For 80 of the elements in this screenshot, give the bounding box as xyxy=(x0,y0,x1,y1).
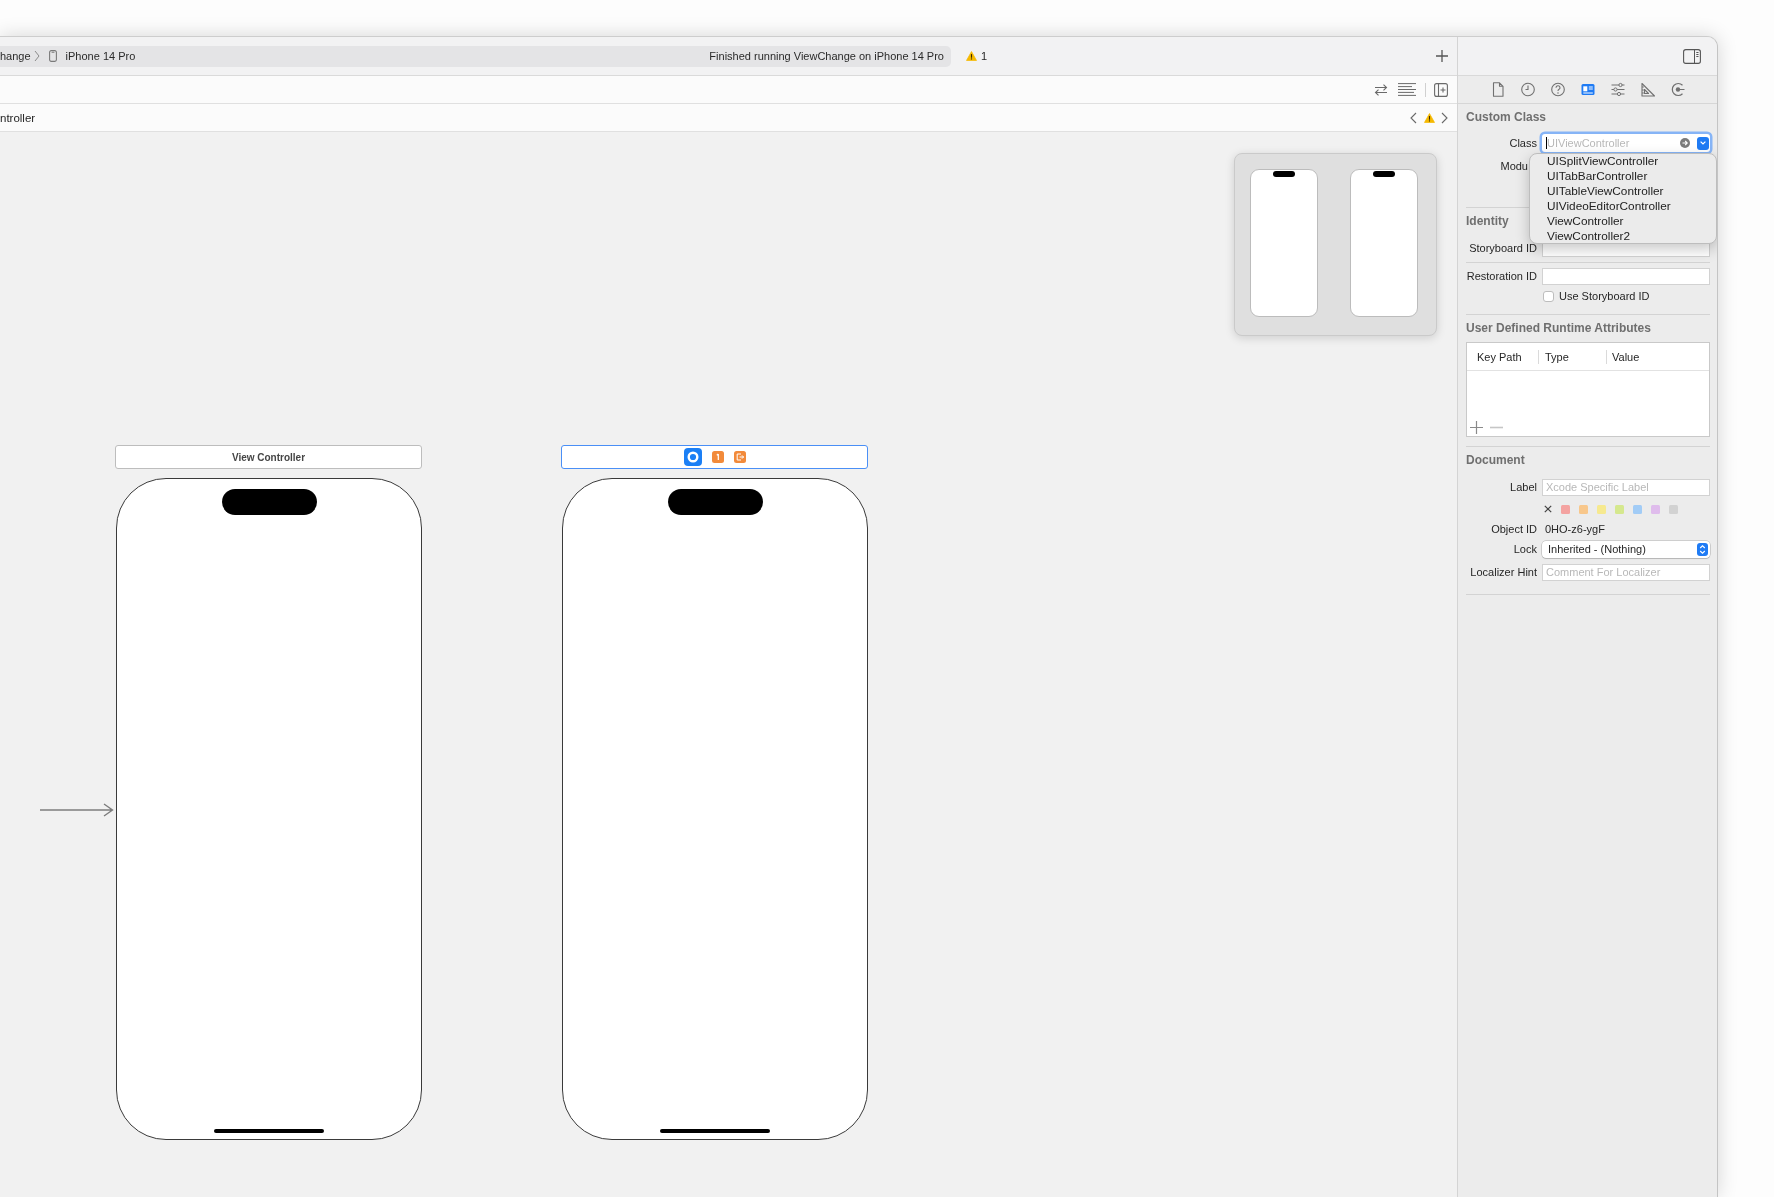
digit-tile-icon[interactable] xyxy=(711,451,724,463)
section-title: Document xyxy=(1466,452,1525,469)
sliders-icon[interactable] xyxy=(1611,82,1625,97)
notch-icon xyxy=(1273,171,1295,177)
plus-icon[interactable] xyxy=(1436,50,1448,62)
phone-frame[interactable] xyxy=(562,478,868,1140)
menu-item[interactable]: UISplitViewController xyxy=(1530,154,1716,169)
section-title: User Defined Runtime Attributes xyxy=(1466,320,1651,337)
phone-icon xyxy=(48,50,57,62)
sidebar-toggle-icon[interactable] xyxy=(1683,48,1701,64)
menu-item[interactable]: UITabBarController xyxy=(1530,169,1716,184)
notch-icon xyxy=(1373,171,1395,177)
checkbox[interactable] xyxy=(1543,290,1554,302)
connections-icon[interactable] xyxy=(1671,82,1685,97)
home-indicator-icon xyxy=(660,1129,770,1133)
chevron-right-icon xyxy=(33,50,40,62)
section-title: Identity xyxy=(1466,213,1509,230)
file-icon[interactable] xyxy=(1491,82,1505,97)
scene-thumbnail[interactable] xyxy=(1350,169,1418,317)
chevron-down-icon xyxy=(1700,141,1706,145)
field-label: Restoration ID xyxy=(1466,270,1538,282)
color-swatch-icon[interactable] xyxy=(1561,504,1570,514)
help-icon[interactable] xyxy=(1551,82,1565,97)
field-label: Class xyxy=(1508,137,1538,149)
go-arrow-icon[interactable] xyxy=(1680,138,1690,148)
plus-icon[interactable] xyxy=(1470,420,1483,434)
menu-item[interactable]: UIVideoEditorController xyxy=(1530,199,1716,214)
scene-dock[interactable] xyxy=(561,445,868,469)
checkbox-label[interactable]: Use Storyboard ID xyxy=(1559,290,1650,302)
scene-title[interactable]: View Controller xyxy=(115,445,422,469)
field-label: Modu xyxy=(1499,160,1528,172)
phone-frame[interactable] xyxy=(116,478,422,1140)
field-label: Lock xyxy=(1512,543,1538,555)
scheme-name[interactable]: hange xyxy=(0,50,31,62)
warning-count[interactable]: 1 xyxy=(981,50,988,62)
restoration-id-field[interactable] xyxy=(1542,267,1710,285)
label-field[interactable]: Xcode Specific Label xyxy=(1542,478,1710,496)
column-header[interactable]: Type xyxy=(1539,350,1606,363)
object-id-value: 0HO-z6-ygF xyxy=(1545,523,1605,535)
home-indicator-icon xyxy=(214,1129,324,1133)
color-swatch-icon[interactable] xyxy=(1615,504,1624,514)
menu-item[interactable]: UITableViewController xyxy=(1530,184,1716,199)
text-cursor xyxy=(1546,137,1547,149)
exit-tile-icon[interactable] xyxy=(733,451,746,463)
color-swatch-icon[interactable] xyxy=(1633,504,1642,514)
ruler-icon[interactable] xyxy=(1641,82,1655,97)
menu-item[interactable]: ViewController xyxy=(1530,214,1716,229)
cross-icon[interactable] xyxy=(1544,505,1552,513)
column-header[interactable]: Value xyxy=(1607,350,1640,363)
chevron-left-icon[interactable] xyxy=(1410,111,1417,124)
menu-item[interactable]: ViewController2 xyxy=(1530,229,1716,243)
field-label: Label xyxy=(1509,481,1538,493)
lock-popup[interactable]: Inherited - (Nothing) xyxy=(1542,540,1710,558)
id-card-icon[interactable] xyxy=(1581,82,1595,97)
localizer-hint-field[interactable]: Comment For Localizer xyxy=(1542,563,1710,581)
field-label: Localizer Hint xyxy=(1469,566,1538,578)
color-swatch-icon[interactable] xyxy=(1597,504,1606,514)
notch-icon xyxy=(667,489,763,515)
warning-icon[interactable] xyxy=(1424,112,1435,123)
color-swatch-icon[interactable] xyxy=(1579,504,1588,514)
run-destination[interactable]: iPhone 14 Pro xyxy=(65,50,136,62)
clock-icon[interactable] xyxy=(1521,82,1535,97)
jump-bar-path[interactable]: ntroller xyxy=(0,111,36,124)
swap-arrows-icon[interactable] xyxy=(1374,83,1388,96)
lines-icon[interactable] xyxy=(1398,83,1416,96)
ring-tile-icon[interactable] xyxy=(683,448,702,466)
scene-thumbnail[interactable] xyxy=(1250,169,1318,317)
stepper-icon xyxy=(1697,542,1708,556)
column-header[interactable]: Key Path xyxy=(1467,350,1538,363)
add-editor-icon[interactable] xyxy=(1434,82,1448,97)
color-swatch-icon[interactable] xyxy=(1651,504,1660,514)
color-swatch-icon[interactable] xyxy=(1669,504,1678,514)
notch-icon xyxy=(221,489,317,515)
section-title: Custom Class xyxy=(1466,109,1547,126)
warning-icon[interactable] xyxy=(966,51,977,61)
field-label: Storyboard ID xyxy=(1468,242,1538,254)
class-field[interactable]: UIViewController xyxy=(1542,134,1710,152)
chevron-right-icon[interactable] xyxy=(1441,111,1448,124)
activity-status: Finished running ViewChange on iPhone 14 Pro xyxy=(709,50,944,62)
field-label: Object ID xyxy=(1490,523,1538,535)
